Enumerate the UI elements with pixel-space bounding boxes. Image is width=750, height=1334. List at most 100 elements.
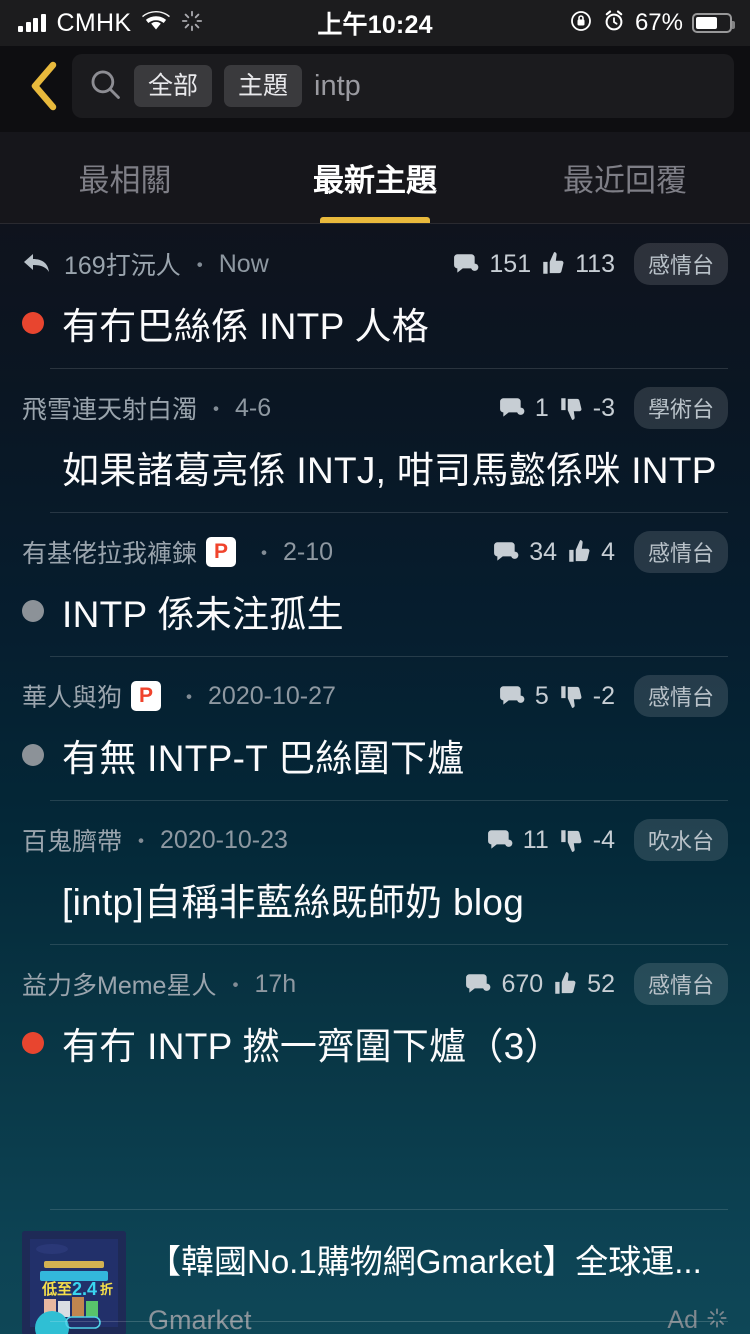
post-vote-count: -3 [558,394,615,423]
search-input[interactable]: intp [314,70,361,103]
reply-count-value: 151 [489,249,532,278]
no-dot-icon [22,888,44,910]
post-title-row[interactable]: 如果諸葛亮係 INTJ, 咁司馬懿係咪 INTP [22,428,728,506]
ad-tag: Ad [667,1306,728,1334]
thumbs-down-icon [561,398,582,420]
post-vote-count: 113 [540,250,615,279]
post-title-row[interactable]: [intp]自稱非藍絲既師奶 blog [22,860,728,938]
post-reply-count: 34 [492,538,557,567]
post-title[interactable]: 有冇 INTP 撚一齊圍下爐（3） [62,1016,562,1070]
post-date: 2020-10-23 [160,825,288,854]
post-title[interactable]: 有冇巴絲係 INTP 人格 [62,296,429,350]
vote-count-value: 4 [601,537,615,566]
post-vote-count: -4 [558,826,615,855]
back-button[interactable] [16,55,72,117]
post-title-row[interactable]: 有無 INTP-T 巴絲圍下爐 [22,716,728,794]
post-list-item[interactable]: 169打沅人 ・ Now 151 113 感情台 有冇巴絲係 INTP 人格 [0,224,750,368]
post-category-badge[interactable]: 感情台 [633,243,728,285]
vote-count-value: 52 [587,969,615,998]
search-filter-chip-topic[interactable]: 主題 [224,64,303,108]
comment-icon [466,974,491,993]
post-title-row[interactable]: 有冇 INTP 撚一齊圍下爐（3） [22,1004,728,1082]
signal-bars-icon [18,14,46,32]
post-stats: 5 -2 感情台 [498,675,728,717]
post-list-item[interactable]: 有基佬拉我褲鍊 P ・ 2-10 34 4 感情台 INTP 係未注孤生 [0,512,750,656]
post-category-badge[interactable]: 感情台 [633,531,728,573]
status-bar: CMHK 上午10:24 67% [0,0,750,46]
post-author[interactable]: 有基佬拉我褲鍊 [22,534,197,570]
post-date: 2020-10-27 [208,681,336,710]
reply-count-value: 34 [529,537,558,566]
unread-dot-icon [22,1032,44,1054]
ad-divider [50,1321,728,1322]
app-screen: CMHK 上午10:24 67% 全部 主題 intp 最相關 最新主題 最近回… [0,0,750,1334]
post-date: Now [218,249,269,278]
ad-label: Ad [667,1306,698,1334]
ad-banner[interactable]: 低至 2.4 折 【韓國No.1購物網Gmarket】全球運... Gmarke… [0,1209,750,1334]
meta-separator: ・ [130,829,153,854]
post-vote-count: 52 [552,970,615,999]
reply-count-value: 670 [501,969,544,998]
unread-dot-icon [22,312,44,334]
post-title-row[interactable]: INTP 係未注孤生 [22,572,728,650]
post-list-item[interactable]: 百鬼臍帶 ・ 2020-10-23 11 -4 吹水台 [intp]自稱非藍絲既… [0,800,750,944]
post-date: 4-6 [235,393,272,422]
wifi-icon [142,10,171,36]
post-list-item[interactable]: 飛雪連天射白濁 ・ 4-6 1 -3 學術台 如果諸葛亮係 INTJ, 咁司馬懿… [0,368,750,512]
post-author[interactable]: 169打沅人 [64,246,181,282]
post-stats: 151 113 感情台 [452,243,728,285]
reply-count-value: 1 [534,393,549,422]
post-category-badge[interactable]: 學術台 [633,387,728,429]
post-stats: 670 52 感情台 [464,963,728,1005]
search-bar[interactable]: 全部 主題 intp [72,54,734,118]
post-title[interactable]: 如果諸葛亮係 INTJ, 咁司馬懿係咪 INTP [62,440,717,494]
post-reply-count: 1 [498,394,549,423]
meta-separator: ・ [205,397,228,422]
thumbs-down-icon [561,830,582,852]
premium-badge-icon: P [206,537,237,567]
status-bar-right: 67% [569,9,735,38]
svg-text:2.4: 2.4 [72,1279,97,1299]
reply-arrow-icon [22,251,52,277]
search-filter-chip-all[interactable]: 全部 [134,64,213,108]
search-header: 全部 主題 intp [0,46,750,132]
post-author[interactable]: 益力多Meme星人 [22,966,216,1002]
tab-most-relevant[interactable]: 最相關 [0,132,250,223]
post-title[interactable]: INTP 係未注孤生 [62,584,344,638]
post-title[interactable]: [intp]自稱非藍絲既師奶 blog [62,872,524,926]
post-meta: 飛雪連天射白濁 ・ 4-6 1 -3 學術台 [22,387,728,429]
vote-count-value: -4 [592,825,615,854]
post-author[interactable]: 百鬼臍帶 [22,822,122,858]
ad-title[interactable]: 【韓國No.1購物網Gmarket】全球運... [148,1235,728,1283]
post-category-badge[interactable]: 吹水台 [633,819,728,861]
vote-count-value: -2 [592,681,615,710]
ad-thumbnail[interactable]: 低至 2.4 折 [22,1231,126,1334]
post-author[interactable]: 華人與狗 [22,678,122,714]
post-author[interactable]: 飛雪連天射白濁 [22,390,197,426]
tab-recent-replies[interactable]: 最近回覆 [500,132,750,223]
post-meta: 百鬼臍帶 ・ 2020-10-23 11 -4 吹水台 [22,819,728,861]
post-category-badge[interactable]: 感情台 [633,963,728,1005]
post-list[interactable]: 169打沅人 ・ Now 151 113 感情台 有冇巴絲係 INTP 人格 飛… [0,224,750,1334]
post-reply-count: 151 [452,250,531,279]
battery-percent-label: 67% [634,9,683,36]
thumbs-down-icon [561,686,582,708]
post-date: 17h [254,969,297,998]
post-list-item[interactable]: 華人與狗 P ・ 2020-10-27 5 -2 感情台 有無 INTP-T 巴… [0,656,750,800]
post-title[interactable]: 有無 INTP-T 巴絲圍下爐 [62,728,465,782]
comment-icon [499,686,525,705]
post-category-badge[interactable]: 感情台 [633,675,728,717]
post-stats: 34 4 感情台 [492,531,728,573]
post-stats: 11 -4 吹水台 [486,819,728,861]
alarm-clock-icon [602,9,626,38]
post-vote-count: -2 [558,682,615,711]
post-list-item[interactable]: 益力多Meme星人 ・ 17h 670 52 感情台 有冇 INTP 撚一齊圍下… [0,944,750,1088]
rotation-lock-icon [569,9,593,38]
post-reply-count: 670 [464,970,543,999]
meta-separator: ・ [224,973,247,998]
thumbs-up-icon [555,972,576,994]
tab-newest-topics[interactable]: 最新主題 [250,132,500,223]
post-date: 2-10 [283,537,334,566]
thumbs-up-icon [569,540,590,562]
post-title-row[interactable]: 有冇巴絲係 INTP 人格 [22,284,728,362]
